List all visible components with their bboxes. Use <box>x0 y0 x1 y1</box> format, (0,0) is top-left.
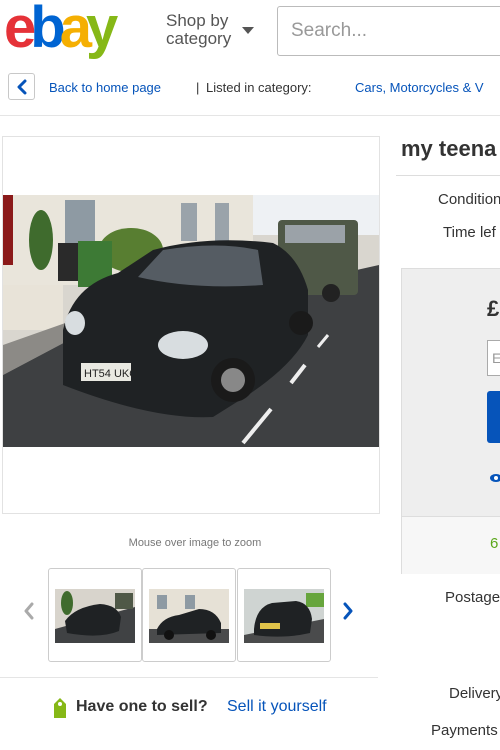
chevron-right-icon[interactable] <box>341 602 355 620</box>
search-input[interactable]: Search... <box>277 6 500 56</box>
shop-by-line2: category <box>166 29 232 48</box>
condition-label: Condition <box>438 191 500 208</box>
current-price: £ <box>487 296 500 321</box>
bids-count[interactable]: 6 <box>490 535 498 552</box>
sell-it-yourself-link[interactable]: Sell it yourself <box>227 698 327 716</box>
thumbnail-photo <box>55 589 135 643</box>
category-link[interactable]: Cars, Motorcycles & V <box>355 80 484 96</box>
place-bid-button[interactable] <box>487 391 500 443</box>
logo-letter-y: y <box>85 0 118 60</box>
thumbnail-3[interactable] <box>237 568 331 662</box>
logo-letter-e: e <box>4 0 36 60</box>
logo-letter-b: b <box>30 0 66 60</box>
sell-question: Have one to sell? <box>76 698 208 715</box>
postage-label: Postage <box>445 589 500 606</box>
logo-letter-a: a <box>59 0 92 60</box>
bid-input[interactable]: E <box>487 340 500 376</box>
chevron-left-icon <box>17 79 27 95</box>
zoom-hint: Mouse over image to zoom <box>128 537 262 549</box>
payments-label: Payments <box>431 722 498 739</box>
thumbnail-2[interactable] <box>142 568 236 662</box>
chevron-left-icon[interactable] <box>22 602 36 620</box>
time-left-label: Time lef <box>443 224 496 241</box>
divider <box>0 677 378 678</box>
ebay-logo[interactable]: ebay <box>4 0 118 60</box>
price-tag-icon <box>54 698 66 718</box>
bid-history-strip <box>402 516 500 574</box>
shop-by-line1: Shop by <box>166 11 229 30</box>
item-title: my teena <box>401 136 497 161</box>
chevron-down-icon[interactable] <box>242 27 254 34</box>
divider <box>0 115 500 116</box>
breadcrumb-separator: | <box>196 80 200 95</box>
back-button[interactable] <box>8 73 35 100</box>
listed-in-label: Listed in category: <box>206 80 312 95</box>
shop-by-category-button[interactable]: Shop by category <box>166 12 231 48</box>
thumbnail-photo <box>244 589 324 643</box>
thumbnail-1[interactable] <box>48 568 142 662</box>
svg-text:HT54 UKO: HT54 UKO <box>84 368 138 380</box>
delivery-label: Delivery <box>449 685 500 702</box>
eye-icon[interactable] <box>487 472 500 484</box>
thumbnail-photo <box>149 589 229 643</box>
divider <box>396 175 500 176</box>
back-to-home-link[interactable]: Back to home page <box>49 80 161 96</box>
main-car-photo[interactable]: HT54 UKO <box>3 195 379 447</box>
